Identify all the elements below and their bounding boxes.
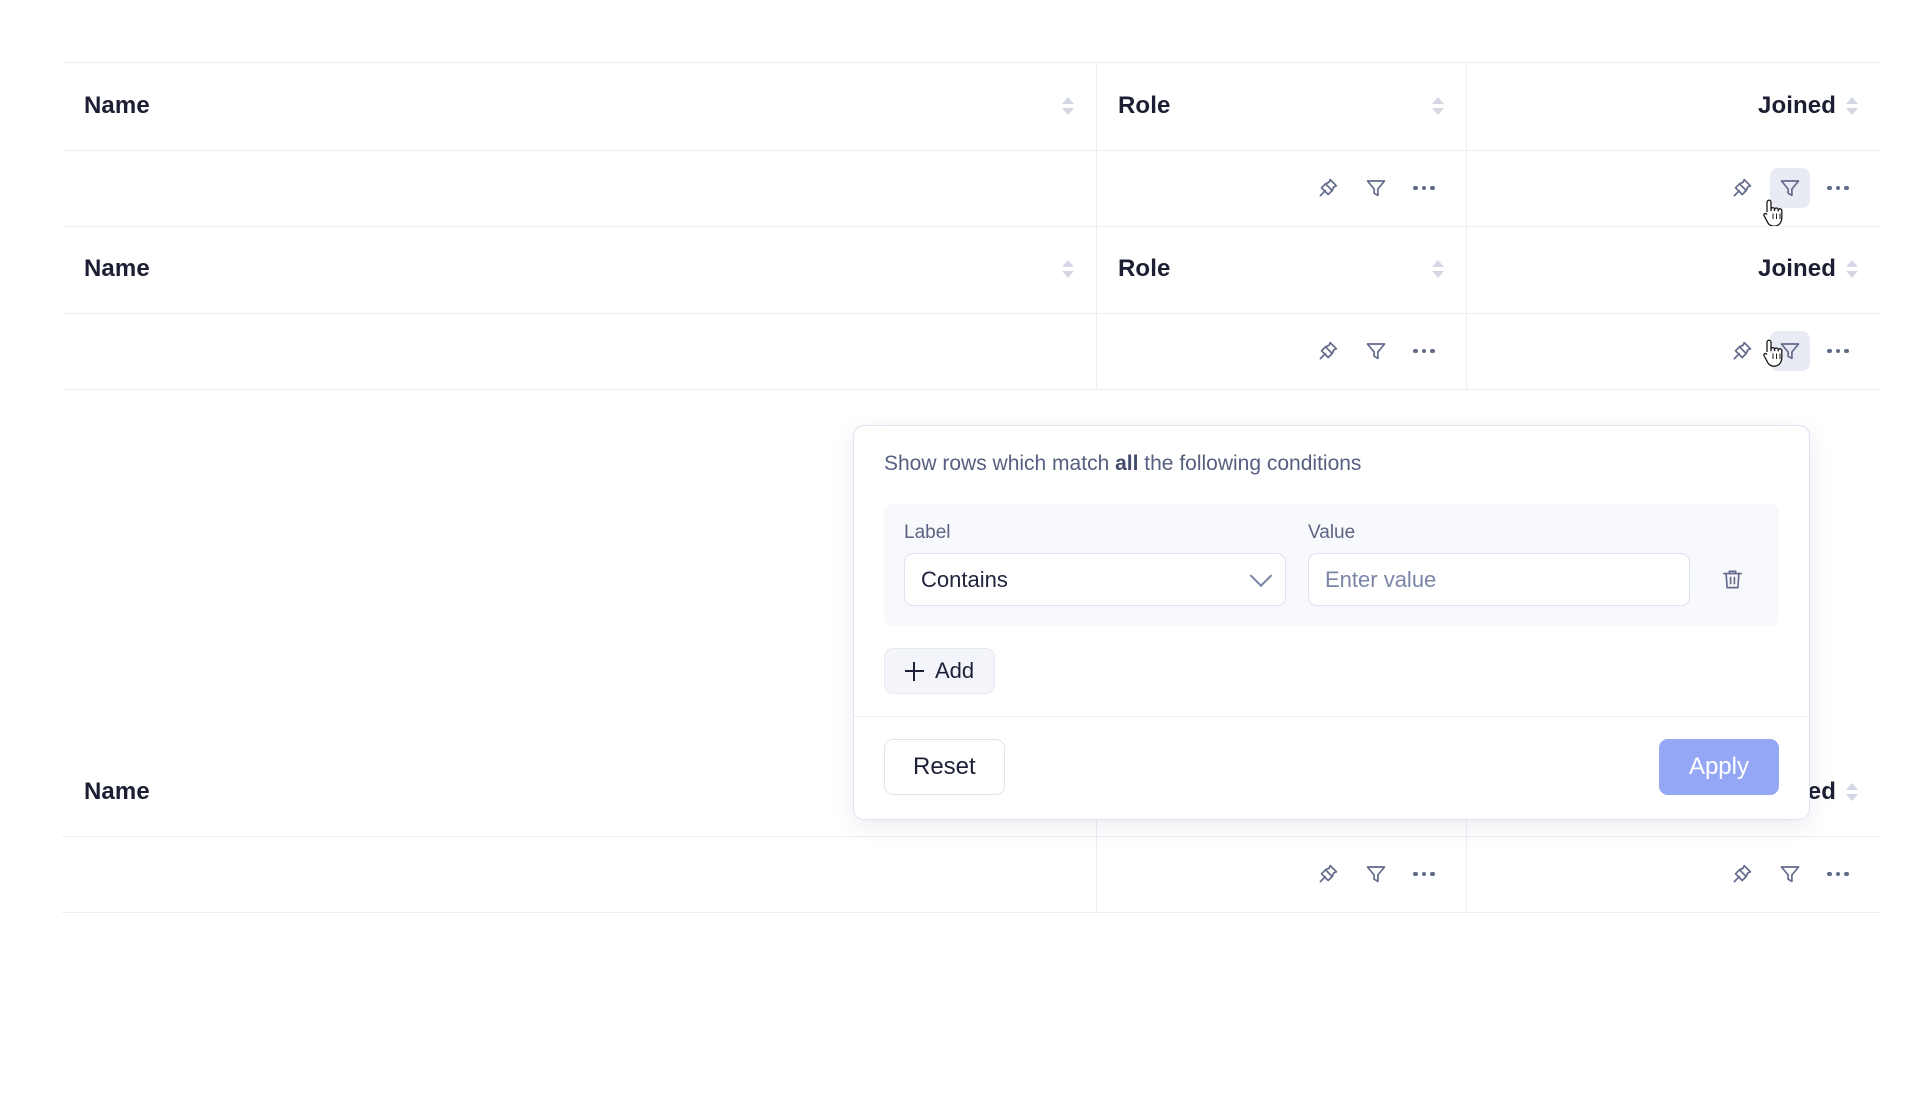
actions-cell-role bbox=[1096, 836, 1466, 912]
table-section-2: Name Role Joined bbox=[62, 225, 1880, 390]
actions-cell-joined bbox=[1466, 150, 1880, 226]
reset-button[interactable]: Reset bbox=[884, 739, 1005, 795]
column-header-label-name: Name bbox=[84, 778, 150, 805]
filter-icon[interactable] bbox=[1356, 331, 1396, 371]
more-options-icon[interactable] bbox=[1818, 854, 1858, 894]
column-actions-row bbox=[62, 836, 1880, 912]
filter-title-suffix: the following conditions bbox=[1138, 452, 1362, 475]
column-header-label-name: Name bbox=[84, 92, 150, 119]
column-header-label-role: Role bbox=[1118, 255, 1171, 282]
screen: Name Role Joined Name Role Joined Name S… bbox=[0, 0, 1920, 1104]
column-actions-row bbox=[62, 313, 1880, 389]
sort-arrows-icon[interactable] bbox=[1062, 94, 1074, 118]
plus-icon bbox=[905, 661, 924, 681]
filter-label-field: Label Contains bbox=[904, 522, 1286, 606]
table-section-1: Name Role Joined bbox=[62, 62, 1880, 227]
filter-label-caption: Label bbox=[904, 522, 951, 543]
trash-icon[interactable] bbox=[1712, 559, 1752, 599]
filter-popup-body: Show rows which match all the following … bbox=[854, 426, 1809, 716]
actions-cell-role bbox=[1096, 150, 1466, 226]
actions-cell-name bbox=[62, 313, 1096, 389]
sort-arrows-icon[interactable] bbox=[1432, 257, 1444, 281]
filter-icon[interactable] bbox=[1770, 168, 1810, 208]
pin-icon[interactable] bbox=[1308, 168, 1348, 208]
more-options-icon[interactable] bbox=[1404, 331, 1444, 371]
filter-value-caption: Value bbox=[1308, 522, 1356, 543]
filter-title-prefix: Show rows which match bbox=[884, 452, 1116, 475]
column-header-label-joined: Joined bbox=[1758, 255, 1836, 282]
filter-icon[interactable] bbox=[1356, 168, 1396, 208]
sort-arrows-icon[interactable] bbox=[1062, 257, 1074, 281]
more-options-icon[interactable] bbox=[1818, 331, 1858, 371]
filter-popup-title: Show rows which match all the following … bbox=[884, 452, 1779, 476]
filter-title-emphasis: all bbox=[1115, 452, 1139, 475]
filter-operator-value: Contains bbox=[921, 566, 1008, 592]
filter-condition-row: Label Contains Value bbox=[884, 504, 1779, 626]
filter-icon[interactable] bbox=[1356, 854, 1396, 894]
filter-icon[interactable] bbox=[1770, 331, 1810, 371]
column-header-role[interactable]: Role bbox=[1096, 62, 1466, 150]
column-header-joined[interactable]: Joined bbox=[1466, 62, 1880, 150]
filter-icon[interactable] bbox=[1770, 854, 1810, 894]
table-header-row: Name Role Joined bbox=[62, 225, 1880, 313]
more-options-icon[interactable] bbox=[1404, 168, 1444, 208]
pin-icon[interactable] bbox=[1308, 854, 1348, 894]
column-header-label-role: Role bbox=[1118, 92, 1171, 119]
filter-popup: Show rows which match all the following … bbox=[853, 425, 1810, 820]
column-actions-row bbox=[62, 150, 1880, 227]
column-header-label-joined: Joined bbox=[1758, 92, 1836, 119]
sort-arrows-icon[interactable] bbox=[1846, 94, 1858, 118]
column-header-label-name: Name bbox=[84, 255, 150, 282]
actions-cell-name bbox=[62, 836, 1096, 912]
more-options-icon[interactable] bbox=[1818, 168, 1858, 208]
filter-value-field: Value bbox=[1308, 522, 1690, 606]
sort-arrows-icon[interactable] bbox=[1432, 94, 1444, 118]
pin-icon[interactable] bbox=[1722, 168, 1762, 208]
sort-arrows-icon[interactable] bbox=[1846, 780, 1858, 804]
add-condition-label: Add bbox=[935, 658, 975, 683]
actions-cell-joined bbox=[1466, 313, 1880, 389]
actions-cell-name bbox=[62, 150, 1096, 226]
filter-popup-footer: Reset Apply bbox=[854, 716, 1809, 819]
actions-cell-joined bbox=[1466, 836, 1880, 912]
column-header-joined[interactable]: Joined bbox=[1466, 225, 1880, 313]
column-header-name[interactable]: Name bbox=[62, 62, 1096, 150]
chevron-down-icon bbox=[1249, 563, 1273, 587]
pin-icon[interactable] bbox=[1722, 331, 1762, 371]
add-condition-button[interactable]: Add bbox=[884, 648, 996, 694]
sort-arrows-icon[interactable] bbox=[1846, 257, 1858, 281]
column-header-role[interactable]: Role bbox=[1096, 225, 1466, 313]
row-bottom-border bbox=[62, 912, 1880, 913]
pin-icon[interactable] bbox=[1722, 854, 1762, 894]
table-header-row: Name Role Joined bbox=[62, 62, 1880, 150]
more-options-icon[interactable] bbox=[1404, 854, 1444, 894]
apply-button[interactable]: Apply bbox=[1658, 739, 1779, 795]
pin-icon[interactable] bbox=[1308, 331, 1348, 371]
column-header-name[interactable]: Name bbox=[62, 225, 1096, 313]
row-bottom-border bbox=[62, 389, 1880, 390]
filter-operator-select[interactable]: Contains bbox=[904, 553, 1286, 606]
filter-value-input[interactable] bbox=[1308, 553, 1690, 606]
actions-cell-role bbox=[1096, 313, 1466, 389]
